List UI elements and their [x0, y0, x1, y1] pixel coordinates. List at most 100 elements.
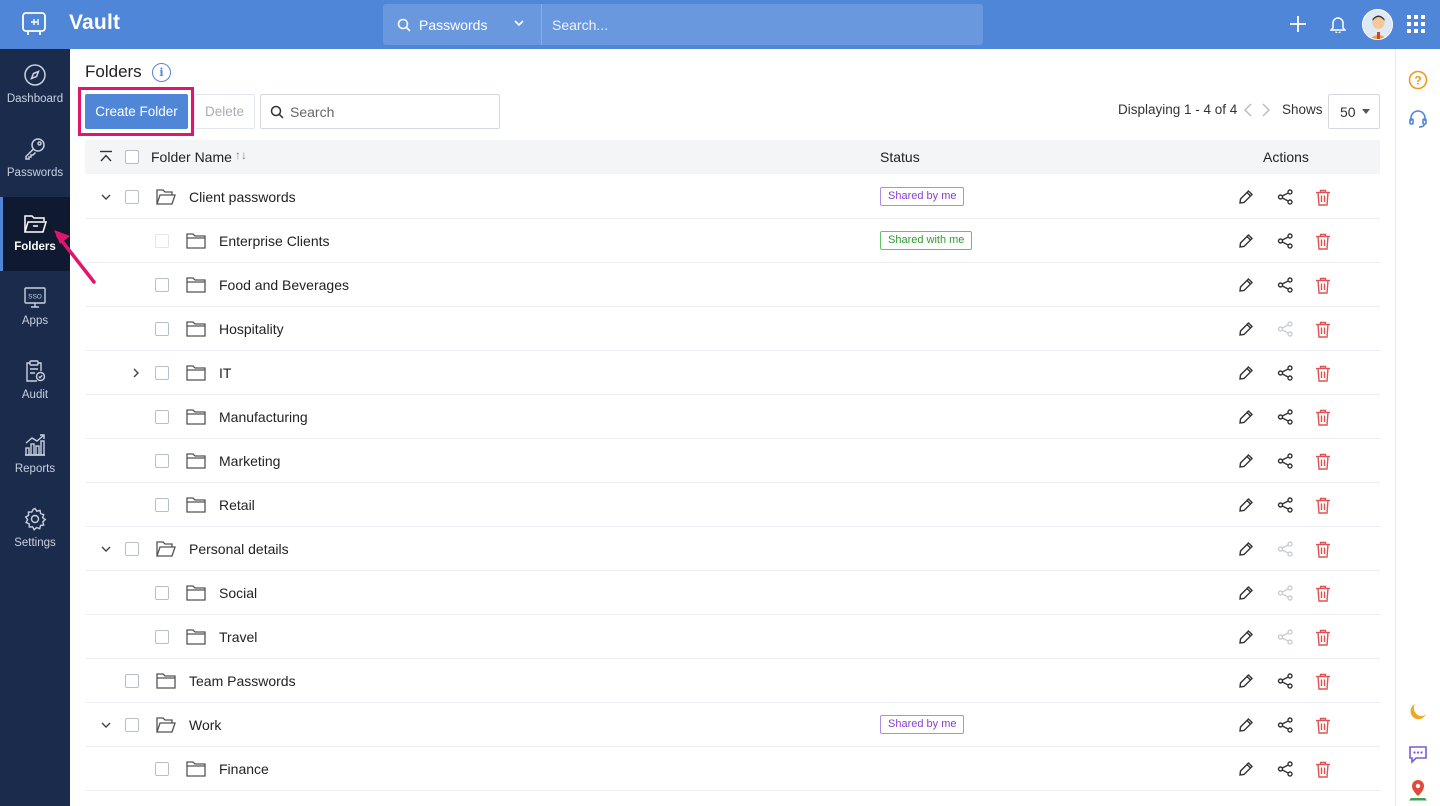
folder-search-input[interactable] [290, 103, 490, 120]
row-checkbox[interactable] [155, 454, 169, 468]
edit-icon[interactable] [1236, 407, 1256, 427]
share-icon[interactable] [1275, 759, 1295, 779]
delete-button[interactable]: Delete [194, 94, 255, 129]
table-row[interactable]: Travel [85, 615, 1380, 659]
sidebar-item-audit[interactable]: Audit [0, 345, 70, 419]
collapse-all-icon[interactable] [99, 150, 113, 164]
share-icon[interactable] [1275, 451, 1295, 471]
edit-icon[interactable] [1236, 583, 1256, 603]
add-icon[interactable] [1286, 12, 1310, 36]
row-checkbox[interactable] [155, 630, 169, 644]
row-checkbox[interactable] [155, 586, 169, 600]
table-row[interactable]: Marketing [85, 439, 1380, 483]
bell-icon[interactable] [1326, 12, 1350, 36]
table-row[interactable]: Finance [85, 747, 1380, 791]
edit-icon[interactable] [1236, 539, 1256, 559]
table-row[interactable]: Enterprise Clients Shared with me [85, 219, 1380, 263]
table-row[interactable]: Manufacturing [85, 395, 1380, 439]
page-size-select[interactable]: 50 [1328, 94, 1380, 129]
table-row[interactable]: Retail [85, 483, 1380, 527]
chevron-down-icon[interactable] [99, 718, 113, 732]
edit-icon[interactable] [1236, 451, 1256, 471]
share-icon[interactable] [1275, 187, 1295, 207]
edit-icon[interactable] [1236, 363, 1256, 383]
sidebar-item-dashboard[interactable]: Dashboard [0, 49, 70, 123]
table-row[interactable]: Food and Beverages [85, 263, 1380, 307]
trash-icon[interactable] [1313, 539, 1333, 559]
chevron-down-icon[interactable] [99, 190, 113, 204]
table-row[interactable]: Client passwords Shared by me [85, 175, 1380, 219]
trash-icon[interactable] [1313, 231, 1333, 251]
folder-name[interactable]: Personal details [189, 541, 289, 557]
share-icon[interactable] [1275, 715, 1295, 735]
chevron-down-icon[interactable] [99, 542, 113, 556]
share-icon[interactable] [1275, 231, 1295, 251]
trash-icon[interactable] [1313, 319, 1333, 339]
moon-icon[interactable] [1407, 701, 1429, 723]
trash-icon[interactable] [1313, 407, 1333, 427]
folder-name[interactable]: Work [189, 717, 221, 733]
table-row[interactable]: Social [85, 571, 1380, 615]
chat-icon[interactable] [1407, 743, 1429, 765]
search-scope-dropdown[interactable]: Passwords [383, 4, 542, 45]
edit-icon[interactable] [1236, 627, 1256, 647]
folder-name[interactable]: Food and Beverages [219, 277, 349, 293]
row-checkbox[interactable] [125, 190, 139, 204]
sidebar-item-reports[interactable]: Reports [0, 419, 70, 493]
trash-icon[interactable] [1313, 627, 1333, 647]
chevron-right-icon[interactable] [129, 366, 143, 380]
location-pin-icon[interactable] [1407, 779, 1429, 801]
table-row[interactable]: IT [85, 351, 1380, 395]
avatar[interactable] [1362, 9, 1393, 40]
headset-icon[interactable] [1407, 108, 1429, 130]
table-row[interactable]: Hospitality [85, 307, 1380, 351]
vault-logo-icon[interactable] [20, 10, 48, 38]
trash-icon[interactable] [1313, 583, 1333, 603]
info-icon[interactable]: i [152, 63, 171, 82]
column-header-folder-name[interactable]: Folder Name [151, 149, 232, 165]
folder-name[interactable]: Retail [219, 497, 255, 513]
trash-icon[interactable] [1313, 671, 1333, 691]
help-icon[interactable]: ? [1407, 69, 1429, 91]
edit-icon[interactable] [1236, 187, 1256, 207]
folder-name[interactable]: Travel [219, 629, 257, 645]
folder-name[interactable]: Marketing [219, 453, 280, 469]
row-checkbox[interactable] [155, 762, 169, 776]
row-checkbox[interactable] [155, 322, 169, 336]
chevron-left-icon[interactable] [1241, 101, 1255, 119]
folder-name[interactable]: IT [219, 365, 231, 381]
trash-icon[interactable] [1313, 495, 1333, 515]
row-checkbox[interactable] [155, 498, 169, 512]
share-icon[interactable] [1275, 275, 1295, 295]
table-row[interactable]: Work Shared by me [85, 703, 1380, 747]
trash-icon[interactable] [1313, 451, 1333, 471]
row-checkbox[interactable] [125, 718, 139, 732]
sidebar-item-settings[interactable]: Settings [0, 493, 70, 567]
edit-icon[interactable] [1236, 319, 1256, 339]
folder-name[interactable]: Client passwords [189, 189, 296, 205]
edit-icon[interactable] [1236, 495, 1256, 515]
sidebar-item-passwords[interactable]: Passwords [0, 123, 70, 197]
folder-name[interactable]: Social [219, 585, 257, 601]
create-folder-button[interactable]: Create Folder [85, 94, 188, 129]
folder-name[interactable]: Manufacturing [219, 409, 308, 425]
table-row[interactable]: Personal details [85, 527, 1380, 571]
trash-icon[interactable] [1313, 275, 1333, 295]
global-search-input[interactable] [552, 16, 952, 33]
table-row[interactable]: Team Passwords [85, 659, 1380, 703]
folder-name[interactable]: Finance [219, 761, 269, 777]
share-icon[interactable] [1275, 495, 1295, 515]
row-checkbox[interactable] [155, 410, 169, 424]
share-icon[interactable] [1275, 363, 1295, 383]
trash-icon[interactable] [1313, 363, 1333, 383]
folder-name[interactable]: Team Passwords [189, 673, 296, 689]
row-checkbox[interactable] [125, 542, 139, 556]
apps-grid-icon[interactable] [1404, 12, 1428, 36]
edit-icon[interactable] [1236, 671, 1256, 691]
share-icon[interactable] [1275, 407, 1295, 427]
edit-icon[interactable] [1236, 231, 1256, 251]
row-checkbox[interactable] [155, 278, 169, 292]
trash-icon[interactable] [1313, 759, 1333, 779]
sort-icon[interactable]: ↑↓ [235, 148, 247, 162]
share-icon[interactable] [1275, 671, 1295, 691]
